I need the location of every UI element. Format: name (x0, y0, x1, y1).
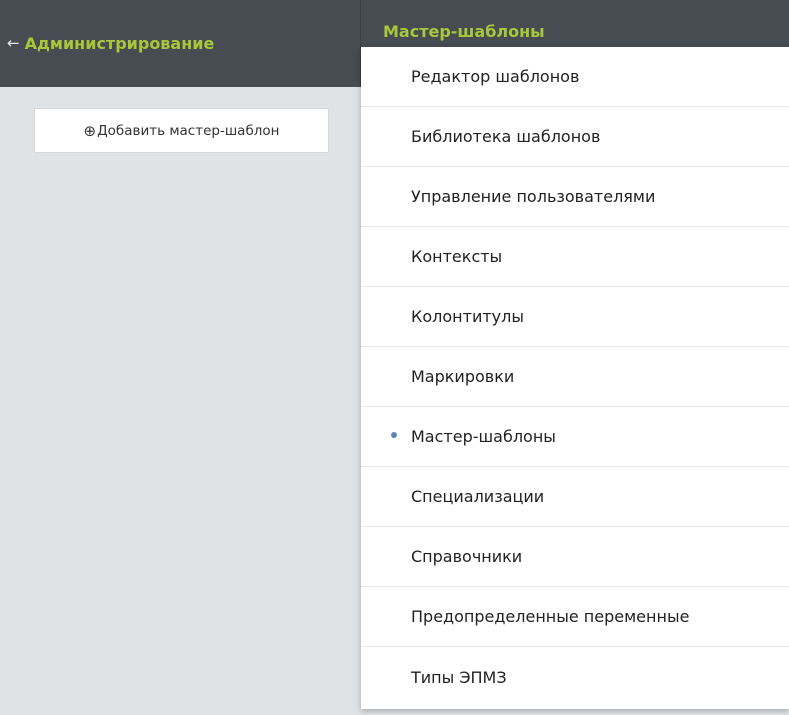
menu-item-label: Маркировки (411, 367, 515, 386)
menu-item-headers-footers[interactable]: Колонтитулы (361, 287, 789, 347)
back-arrow-icon[interactable]: ← (7, 36, 20, 51)
menu-item-label: Специализации (411, 487, 545, 506)
menu-item-template-library[interactable]: Библиотека шаблонов (361, 107, 789, 167)
menu-item-label: Мастер-шаблоны (411, 427, 556, 446)
menu-item-epmz-types[interactable]: Типы ЭПМЗ (361, 647, 789, 707)
menu-item-reference-books[interactable]: Справочники (361, 527, 789, 587)
active-indicator-dot-icon (391, 431, 397, 438)
add-master-template-button[interactable]: ⊕ Добавить мастер-шаблон (34, 108, 329, 153)
menu-item-predefined-variables[interactable]: Предопределенные переменные (361, 587, 789, 647)
left-header: ← Администрирование (0, 0, 361, 87)
page-title: Мастер-шаблоны (383, 22, 545, 41)
add-button-label: Добавить мастер-шаблон (97, 122, 280, 139)
menu-item-label: Библиотека шаблонов (411, 127, 601, 146)
menu-item-label: Типы ЭПМЗ (411, 667, 507, 687)
menu-item-label: Справочники (411, 547, 523, 566)
menu-item-template-editor[interactable]: Редактор шаблонов (361, 47, 789, 107)
menu-item-markings[interactable]: Маркировки (361, 347, 789, 407)
plus-circle-icon: ⊕ (83, 121, 97, 140)
menu-item-label: Контексты (411, 247, 503, 266)
menu-item-master-templates[interactable]: Мастер-шаблоны (361, 407, 789, 467)
menu-item-label: Управление пользователями (411, 187, 656, 206)
menu-item-label: Предопределенные переменные (411, 607, 690, 626)
menu-item-contexts[interactable]: Контексты (361, 227, 789, 287)
left-panel: ← Администрирование ⊕ Добавить мастер-ша… (0, 0, 361, 715)
app-window: ← Администрирование ⊕ Добавить мастер-ша… (0, 0, 789, 715)
menu-item-label: Колонтитулы (411, 307, 524, 326)
menu-item-specializations[interactable]: Специализации (361, 467, 789, 527)
navigation-dropdown-menu: Редактор шаблонов Библиотека шаблонов Уп… (361, 47, 789, 709)
menu-item-label: Редактор шаблонов (411, 67, 580, 86)
back-link-administration[interactable]: Администрирование (25, 34, 215, 53)
menu-item-user-management[interactable]: Управление пользователями (361, 167, 789, 227)
